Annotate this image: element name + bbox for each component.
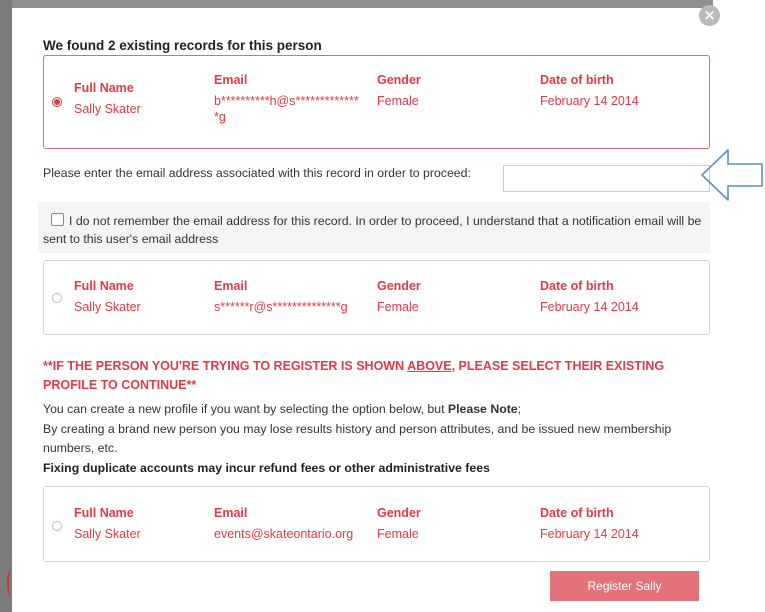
record-2-gender-col: Gender Female: [377, 279, 421, 314]
new-profile-name: Sally Skater: [74, 527, 141, 541]
info-line-1: You can create a new profile if you want…: [43, 400, 715, 419]
info-line-2: By creating a brand new person you may l…: [43, 422, 672, 455]
new-profile-gender: Female: [377, 527, 419, 541]
email-prompt-label: Please enter the email address associate…: [43, 166, 471, 180]
record-1-dob: February 14 2014: [540, 94, 639, 108]
backdrop-right: [713, 0, 765, 612]
dob-header: Date of birth: [540, 279, 614, 293]
email-header: Email: [214, 506, 248, 520]
record-1-email-cont: *g: [214, 110, 226, 124]
record-2-email: s******r@s**************g: [214, 300, 348, 314]
gender-header: Gender: [377, 73, 421, 87]
record-1-name-col: Full Name Sally Skater: [74, 81, 141, 116]
warning-above: ABOVE: [407, 359, 452, 373]
record-email-input[interactable]: [503, 165, 710, 192]
backdrop: [0, 0, 12, 612]
record-1-name: Sally Skater: [74, 102, 141, 116]
close-icon[interactable]: ×: [699, 5, 720, 26]
record-1-email: b**********h@s*************: [214, 94, 359, 108]
warning-text-1: **IF THE PERSON YOU'RE TRYING TO REGISTE…: [43, 359, 408, 373]
gender-header: Gender: [377, 279, 421, 293]
full-name-header: Full Name: [74, 279, 134, 293]
new-profile-dob: February 14 2014: [540, 527, 639, 541]
info-line-3: Fixing duplicate accounts may incur refu…: [43, 461, 490, 475]
full-name-header: Full Name: [74, 506, 134, 520]
record-card-2[interactable]: Full Name Sally Skater Email s******r@s*…: [43, 260, 710, 335]
record-2-name-col: Full Name Sally Skater: [74, 279, 141, 314]
new-profile-radio[interactable]: [52, 521, 62, 531]
info-line-1-end: ;: [517, 402, 522, 416]
new-profile-email-col: Email events@skateontario.org: [214, 506, 353, 541]
record-1-gender: Female: [377, 94, 419, 108]
dob-header: Date of birth: [540, 73, 614, 87]
record-2-email-col: Email s******r@s**************g: [214, 279, 348, 314]
select-existing-warning: **IF THE PERSON YOU'RE TRYING TO REGISTE…: [43, 357, 715, 395]
info-line-1-text: You can create a new profile if you want…: [43, 402, 448, 416]
record-1-dob-col: Date of birth February 14 2014: [540, 73, 639, 108]
duplicate-records-dialog: We found 2 existing records for this per…: [12, 8, 713, 612]
email-header: Email: [214, 279, 248, 293]
notice-text: I do not remember the email address for …: [43, 214, 702, 246]
record-2-dob: February 14 2014: [540, 300, 639, 314]
email-notice-box: I do not remember the email address for …: [38, 202, 710, 253]
record-2-name: Sally Skater: [74, 300, 141, 314]
gender-header: Gender: [377, 506, 421, 520]
new-profile-name-col: Full Name Sally Skater: [74, 506, 141, 541]
record-2-dob-col: Date of birth February 14 2014: [540, 279, 639, 314]
email-header: Email: [214, 73, 248, 87]
record-1-radio[interactable]: [52, 97, 62, 107]
new-profile-card[interactable]: Full Name Sally Skater Email events@skat…: [43, 486, 710, 562]
record-2-gender: Female: [377, 300, 419, 314]
register-button[interactable]: Register Sally: [550, 571, 699, 601]
arrow-left-icon: [701, 149, 763, 201]
full-name-header: Full Name: [74, 81, 134, 95]
record-1-email-col: Email b**********h@s************* *g: [214, 73, 359, 124]
new-profile-gender-col: Gender Female: [377, 506, 421, 541]
please-note: Please Note: [447, 402, 518, 416]
dialog-title: We found 2 existing records for this per…: [43, 38, 322, 53]
new-profile-email: events@skateontario.org: [214, 527, 354, 541]
record-1-gender-col: Gender Female: [377, 73, 421, 108]
new-profile-dob-col: Date of birth February 14 2014: [540, 506, 639, 541]
dob-header: Date of birth: [540, 506, 614, 520]
record-2-radio[interactable]: [52, 293, 62, 303]
record-card-1[interactable]: Full Name Sally Skater Email b**********…: [43, 55, 710, 149]
